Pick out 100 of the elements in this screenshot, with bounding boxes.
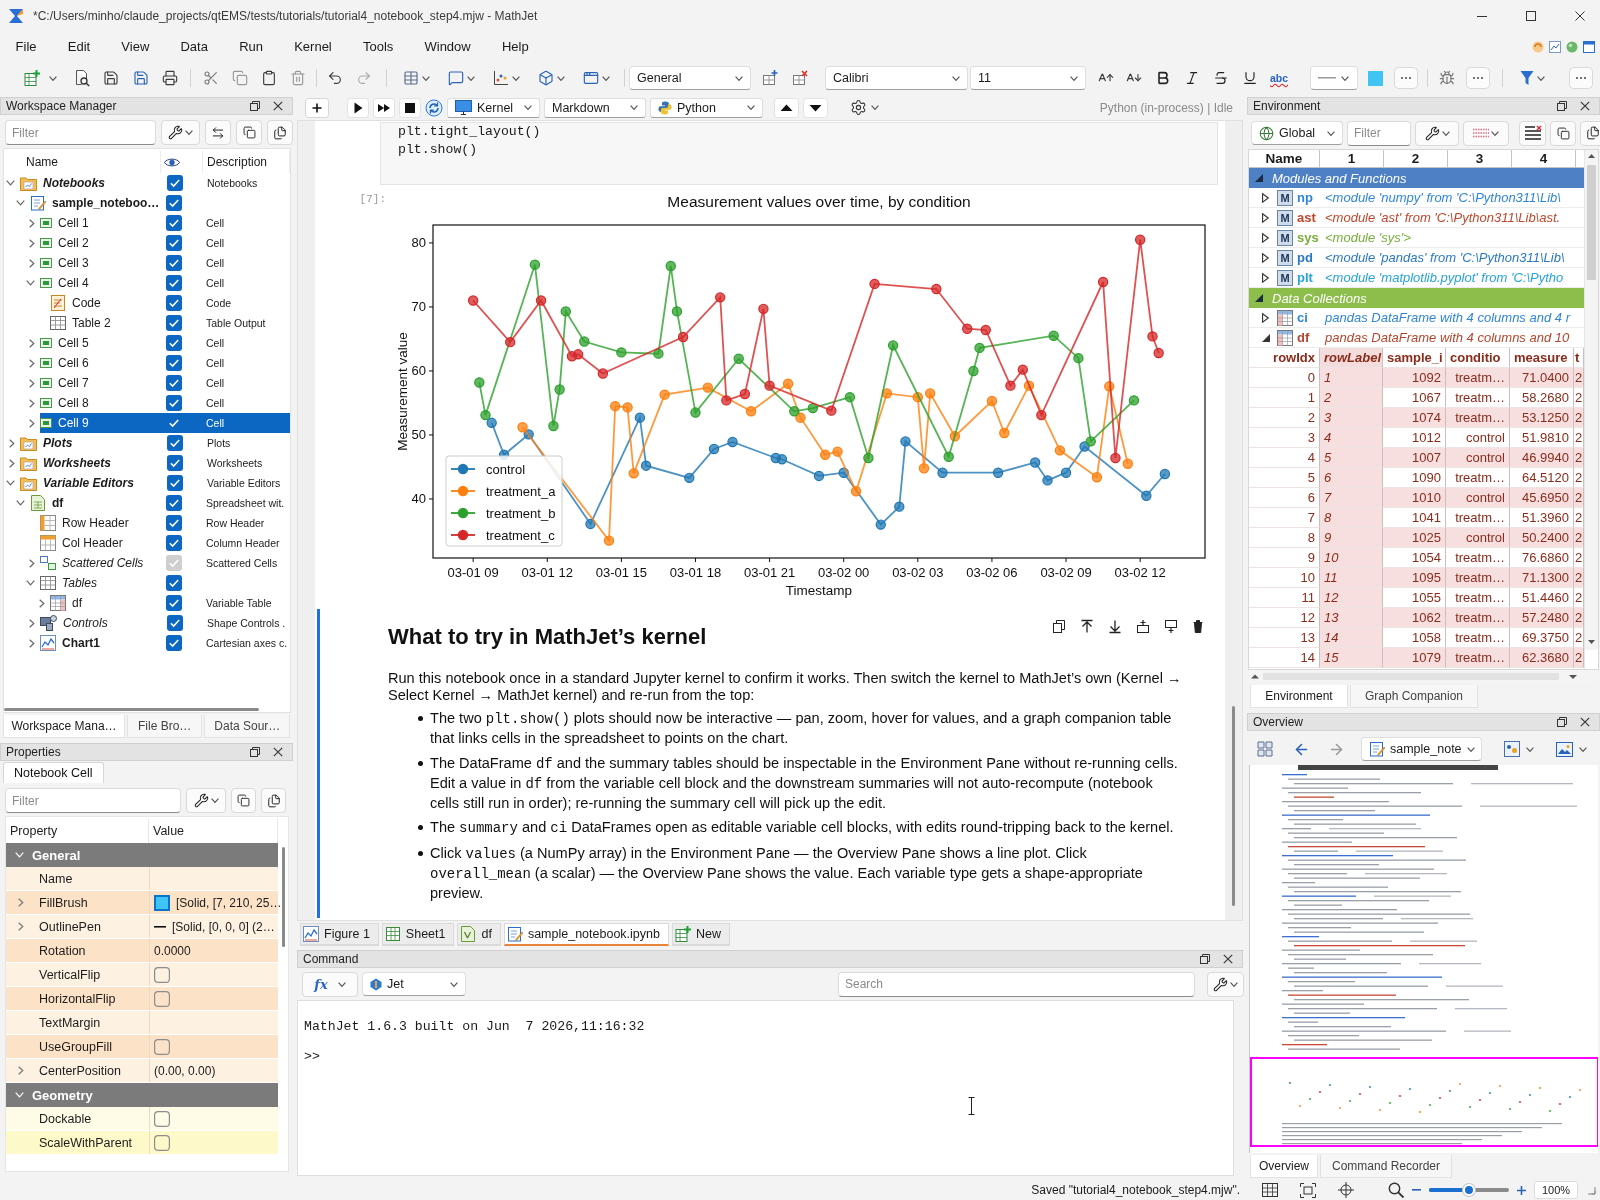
checkbox[interactable] — [166, 635, 182, 651]
table-icon[interactable] — [403, 70, 419, 86]
float-window-icon[interactable] — [250, 747, 260, 757]
save-icon[interactable] — [103, 70, 119, 86]
triangle-right-icon[interactable] — [1262, 232, 1269, 243]
checkbox[interactable] — [166, 355, 182, 371]
chevron-down-icon[interactable] — [26, 280, 35, 286]
panel-tab[interactable]: Overview — [1250, 1155, 1318, 1178]
add-icon[interactable] — [305, 97, 329, 118]
tree-item[interactable]: Cell 6 Cell — [40, 353, 290, 373]
checkbox[interactable] — [166, 295, 182, 311]
tools-dropdown-button[interactable] — [161, 120, 200, 145]
window-icon[interactable] — [1583, 40, 1595, 53]
tree-item[interactable]: Cell 7 Cell — [40, 373, 290, 393]
close-icon[interactable] — [1575, 10, 1585, 21]
insert-below-icon[interactable] — [1165, 620, 1177, 633]
spelling-button[interactable]: abc — [1266, 72, 1292, 84]
panel-tab[interactable]: Workspace Mana… — [3, 715, 125, 738]
more-icon[interactable] — [1569, 67, 1593, 89]
tree-item[interactable]: Cell 2 Cell — [40, 233, 290, 253]
tree-item[interactable]: Cell 5 Cell — [40, 333, 290, 353]
document-tab[interactable]: Figure 1 — [300, 923, 379, 946]
caret-down-icon[interactable] — [871, 105, 879, 110]
caret-down-icon[interactable] — [337, 981, 346, 987]
copy-icon[interactable] — [237, 794, 250, 807]
chevron-right-icon[interactable] — [39, 598, 45, 608]
horizontal-scrollbar[interactable] — [4, 708, 259, 712]
panel-tab[interactable]: File Bro… — [127, 715, 203, 738]
paste-icon[interactable] — [260, 70, 277, 86]
file-search-icon[interactable] — [74, 70, 90, 86]
copy-button[interactable] — [1550, 120, 1576, 146]
copy-icon[interactable] — [1053, 620, 1065, 633]
caret-down-icon[interactable] — [467, 75, 475, 81]
triangle-right-icon[interactable] — [1262, 192, 1269, 203]
property-group-header[interactable]: Geometry — [6, 1083, 278, 1107]
variable-row[interactable]: M pd <module 'pandas' from 'C:\Python311\Lib\ — [1249, 248, 1584, 268]
menu-item[interactable]: Window — [408, 36, 487, 57]
swirl-icon[interactable] — [1532, 40, 1544, 53]
restart-icon[interactable] — [425, 98, 443, 117]
slider-thumb[interactable] — [1463, 1184, 1475, 1196]
caret-down-icon[interactable] — [1579, 746, 1587, 752]
menu-item[interactable]: View — [105, 36, 165, 57]
variable-row[interactable]: M np <module 'numpy' from 'C:\Python311\Lib\ — [1249, 188, 1584, 208]
panel-tab[interactable]: Data Sour… — [204, 715, 291, 738]
image-icon[interactable] — [1556, 741, 1573, 757]
grid-icon[interactable] — [1257, 741, 1273, 757]
swatch-icon[interactable] — [1367, 70, 1383, 86]
checkbox[interactable] — [154, 1110, 170, 1127]
checkbox[interactable] — [167, 615, 183, 631]
close-icon[interactable] — [1580, 717, 1590, 727]
close-icon[interactable] — [273, 747, 283, 757]
engine-dropdown[interactable]: Jet — [362, 972, 466, 996]
document-tab[interactable]: df — [457, 923, 501, 946]
wrench-icon[interactable] — [1424, 125, 1440, 141]
float-window-icon[interactable] — [1557, 717, 1567, 727]
chevron-right-icon[interactable] — [29, 638, 35, 648]
caret-down-icon[interactable] — [1491, 130, 1499, 136]
maximize-icon[interactable] — [1526, 10, 1536, 21]
print-icon[interactable] — [161, 70, 178, 86]
delete-icon[interactable] — [1193, 620, 1203, 633]
checkbox[interactable] — [166, 595, 182, 611]
swap-button[interactable] — [205, 120, 231, 145]
panel-tab[interactable]: Graph Companion — [1350, 685, 1478, 708]
panel-tab[interactable]: Environment — [1250, 685, 1348, 708]
more-icon[interactable] — [1466, 67, 1490, 89]
caret-down-icon[interactable] — [1341, 75, 1349, 81]
grid-x-icon[interactable] — [792, 70, 808, 86]
float-window-icon[interactable] — [250, 101, 260, 111]
close-icon[interactable] — [273, 101, 283, 111]
checkbox[interactable] — [166, 375, 182, 391]
scope-dropdown[interactable]: Global — [1251, 121, 1343, 145]
table-grid-icon[interactable] — [1262, 1183, 1278, 1197]
move-up-icon[interactable] — [774, 97, 799, 118]
filter-field[interactable]: Filter — [1347, 120, 1411, 146]
grid-plus-icon[interactable] — [762, 70, 778, 86]
tree-item[interactable]: Notebooks Notebooks — [20, 173, 290, 193]
tree-item[interactable]: Controls Shape Controls . — [40, 613, 290, 633]
tree-item[interactable]: Cell 4 Cell — [40, 273, 290, 293]
new-sheet-icon[interactable] — [24, 70, 40, 86]
tree-item[interactable]: Chart1 Cartesian axes c. — [40, 633, 290, 653]
caret-down-icon[interactable] — [450, 981, 458, 987]
checkbox[interactable] — [166, 255, 182, 271]
chevron-right-icon[interactable] — [29, 218, 35, 228]
zoom-icon[interactable] — [1388, 1182, 1404, 1198]
copy-button[interactable] — [236, 120, 262, 145]
copy-icon[interactable] — [1556, 126, 1570, 140]
tree-item[interactable]: Cell 1 Cell — [40, 213, 290, 233]
arrow-down-line-icon[interactable] — [1109, 620, 1121, 633]
checkbox[interactable] — [166, 275, 182, 291]
checkbox[interactable] — [166, 315, 182, 331]
caret-down-icon[interactable] — [512, 75, 520, 81]
checkbox[interactable] — [167, 175, 183, 191]
play-icon[interactable] — [347, 97, 369, 118]
menu-item[interactable]: Tools — [347, 36, 409, 57]
checkbox[interactable] — [166, 215, 182, 231]
new-sheet-icon[interactable] — [674, 926, 691, 942]
checkbox[interactable] — [167, 455, 183, 471]
tools-dropdown-button[interactable] — [1415, 120, 1459, 146]
triangle-right-icon[interactable] — [1262, 312, 1269, 323]
cut-icon[interactable] — [202, 70, 219, 86]
